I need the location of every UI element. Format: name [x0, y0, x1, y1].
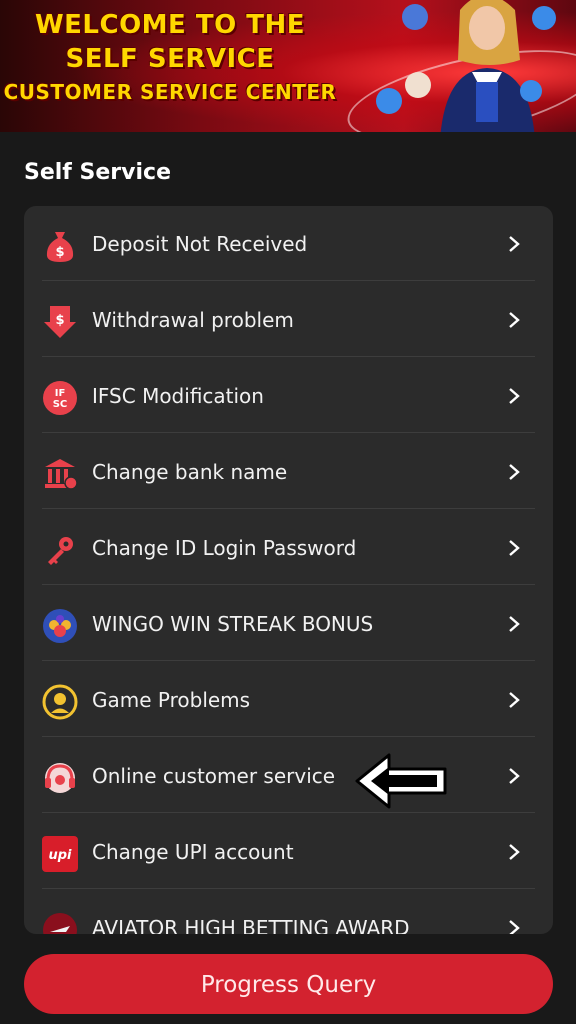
list-item-aviator-high-betting-award[interactable]: AVIATOR HIGH BETTING AWARD: [42, 890, 535, 934]
ifsc-icon: IF SC: [43, 381, 77, 415]
banner-line-2: SELF SERVICE: [65, 44, 275, 74]
list-item-online-customer-service[interactable]: Online customer service: [42, 738, 535, 813]
welcome-banner: WELCOME TO THE SELF SERVICE CUSTOMER SER…: [0, 0, 576, 132]
list-item-label: Game Problems: [92, 688, 251, 712]
chat-bubble-decoration: [402, 4, 428, 30]
key-icon: [48, 537, 73, 565]
list-item-deposit-not-received[interactable]: $ Deposit Not Received: [42, 206, 535, 281]
chevron-right-icon: [509, 920, 520, 934]
list-item-withdrawal-problem[interactable]: $ Withdrawal problem: [42, 282, 535, 357]
svg-text:$: $: [55, 245, 64, 260]
list-item-wingo-win-streak-bonus[interactable]: WINGO WIN STREAK BONUS: [42, 586, 535, 661]
list-item-label: Withdrawal problem: [92, 308, 294, 332]
chevron-right-icon: [509, 692, 520, 708]
aviator-icon: [43, 913, 77, 934]
phone-bubble-decoration: [376, 88, 402, 114]
pointer-arrow-icon: [355, 753, 447, 809]
mail-bubble-decoration: [520, 80, 542, 102]
banner-line-3: CUSTOMER SERVICE CENTER: [3, 80, 337, 104]
lock-bubble-decoration: [532, 6, 556, 30]
chevron-right-icon: [509, 844, 520, 860]
list-item-change-upi-account[interactable]: upi Change UPI account: [42, 814, 535, 889]
chevron-right-icon: [509, 464, 520, 480]
chevron-right-icon: [509, 388, 520, 404]
chevron-right-icon: [509, 312, 520, 328]
list-item-change-login-password[interactable]: Change ID Login Password: [42, 510, 535, 585]
list-item-ifsc-modification[interactable]: IF SC IFSC Modification: [42, 358, 535, 433]
chevron-right-icon: [509, 768, 520, 784]
money-bag-icon: $: [46, 232, 74, 262]
list-item-label: Change bank name: [92, 460, 288, 484]
upi-icon: upi: [42, 836, 78, 872]
progress-query-button[interactable]: Progress Query: [24, 954, 553, 1014]
wingo-icon: [43, 609, 77, 643]
chevron-right-icon: [509, 236, 520, 252]
withdraw-arrow-icon: $: [44, 306, 76, 338]
list-item-label: Online customer service: [92, 764, 336, 788]
chevron-right-icon: [509, 540, 520, 556]
chevron-right-icon: [509, 616, 520, 632]
game-support-icon: [42, 684, 78, 720]
list-item-label: WINGO WIN STREAK BONUS: [92, 612, 374, 636]
list-item-label: AVIATOR HIGH BETTING AWARD: [92, 916, 410, 934]
list-item-game-problems[interactable]: Game Problems: [42, 662, 535, 737]
bank-icon: [45, 459, 78, 490]
svg-text:IF: IF: [55, 388, 66, 399]
list-item-change-bank-name[interactable]: Change bank name: [42, 434, 535, 509]
section-title: Self Service: [24, 160, 171, 185]
upi-icon-text: upi: [48, 848, 72, 863]
list-item-label: Change ID Login Password: [92, 536, 357, 560]
headset-bubble-decoration: [405, 72, 431, 98]
list-item-label: Change UPI account: [92, 840, 294, 864]
self-service-list: $ Deposit Not Received $ Withdrawal prob…: [24, 206, 553, 934]
svg-text:SC: SC: [53, 399, 68, 410]
support-agent-illustration: [440, 0, 535, 132]
list-item-label: Deposit Not Received: [92, 232, 308, 256]
banner-line-1: WELCOME TO THE: [34, 10, 306, 40]
headset-icon: [45, 763, 75, 793]
svg-text:$: $: [55, 313, 64, 328]
list-item-label: IFSC Modification: [92, 384, 264, 408]
